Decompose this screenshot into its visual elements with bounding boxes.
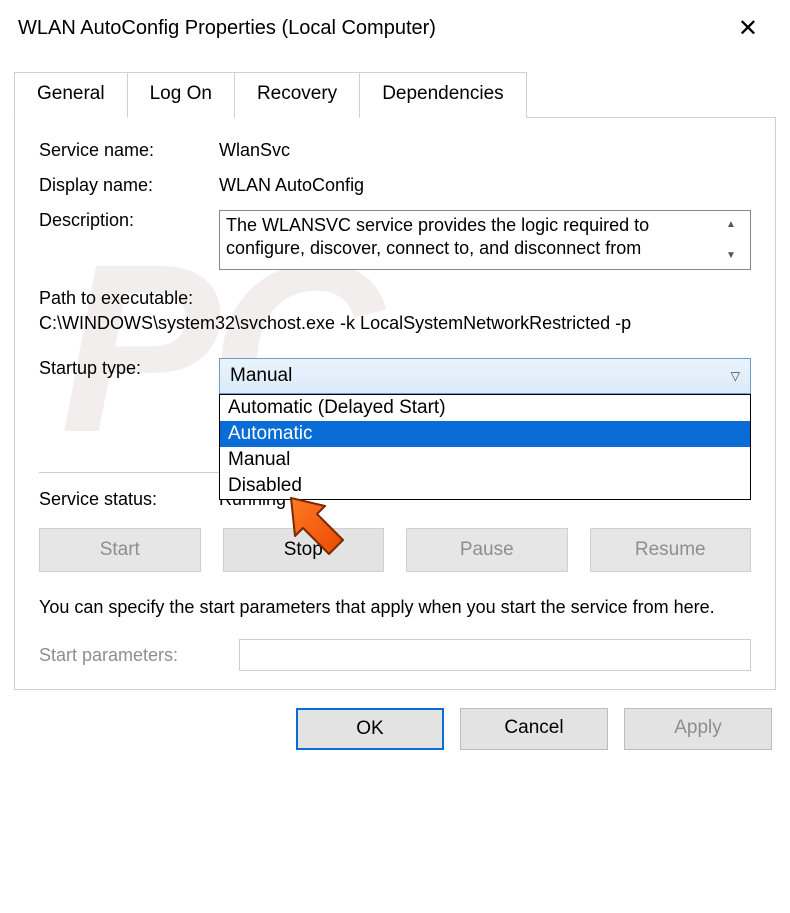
window-title: WLAN AutoConfig Properties (Local Comput… xyxy=(18,17,436,40)
dropdown-item-manual[interactable]: Manual xyxy=(220,447,750,473)
startup-type-label: Startup type: xyxy=(39,358,219,379)
service-name-value: WlanSvc xyxy=(219,140,751,161)
startup-type-selected: Manual xyxy=(230,365,292,387)
title-bar: WLAN AutoConfig Properties (Local Comput… xyxy=(0,0,790,53)
startup-type-combo[interactable]: Manual ▽ xyxy=(219,358,751,394)
scroll-down-icon[interactable]: ▼ xyxy=(718,247,744,264)
start-params-help: You can specify the start parameters tha… xyxy=(39,596,751,619)
display-name-label: Display name: xyxy=(39,175,219,196)
tab-log-on[interactable]: Log On xyxy=(127,72,235,118)
tab-strip: General Log On Recovery Dependencies xyxy=(14,71,776,118)
close-icon[interactable]: ✕ xyxy=(726,10,770,47)
description-scrollbar[interactable]: ▲ ▼ xyxy=(718,214,744,266)
scroll-up-icon[interactable]: ▲ xyxy=(718,216,744,233)
description-label: Description: xyxy=(39,210,219,231)
path-value: C:\WINDOWS\system32\svchost.exe -k Local… xyxy=(39,313,751,334)
description-text: The WLANSVC service provides the logic r… xyxy=(226,214,718,266)
start-params-label: Start parameters: xyxy=(39,645,239,666)
start-params-input xyxy=(239,639,751,671)
description-box: The WLANSVC service provides the logic r… xyxy=(219,210,751,270)
pause-button: Pause xyxy=(406,528,568,572)
chevron-down-icon: ▽ xyxy=(731,369,740,383)
path-label: Path to executable: xyxy=(39,288,751,309)
cancel-button[interactable]: Cancel xyxy=(460,708,608,750)
service-status-label: Service status: xyxy=(39,489,219,510)
tab-dependencies[interactable]: Dependencies xyxy=(359,72,526,118)
dropdown-item-automatic-delayed[interactable]: Automatic (Delayed Start) xyxy=(220,395,750,421)
startup-type-dropdown: Automatic (Delayed Start) Automatic Manu… xyxy=(219,394,751,500)
general-panel: Service name: WlanSvc Display name: WLAN… xyxy=(14,118,776,690)
resume-button: Resume xyxy=(590,528,752,572)
apply-button: Apply xyxy=(624,708,772,750)
dialog-buttons: OK Cancel Apply xyxy=(0,690,790,750)
stop-button[interactable]: Stop xyxy=(223,528,385,572)
dropdown-item-disabled[interactable]: Disabled xyxy=(220,473,750,499)
tab-recovery[interactable]: Recovery xyxy=(234,72,360,118)
display-name-value: WLAN AutoConfig xyxy=(219,175,751,196)
ok-button[interactable]: OK xyxy=(296,708,444,750)
start-button: Start xyxy=(39,528,201,572)
tab-general[interactable]: General xyxy=(14,72,128,118)
service-name-label: Service name: xyxy=(39,140,219,161)
dropdown-item-automatic[interactable]: Automatic xyxy=(220,421,750,447)
